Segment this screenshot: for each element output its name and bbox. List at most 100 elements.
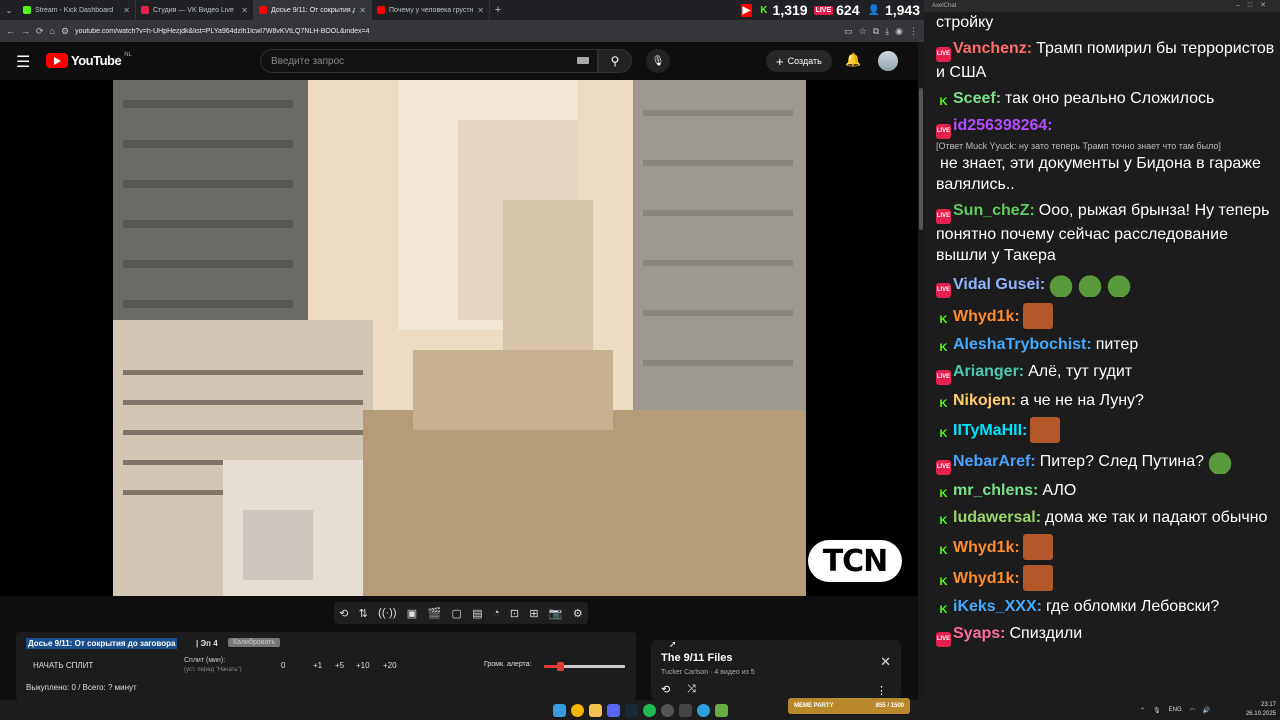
audio-icon[interactable]: ((·)) [378,607,396,619]
url-field[interactable]: youtube.com/watch?v=h-UHpHezjdk&list=PLY… [75,28,838,35]
discord-icon[interactable] [606,703,620,717]
telegram-icon[interactable] [696,703,710,717]
mouse-cursor-icon: ➚ [669,639,677,649]
voice-search-button[interactable]: 🎙 [646,49,670,73]
close-icon[interactable]: ✕ [123,6,130,15]
chat-username[interactable]: Sceef: [953,90,1001,107]
chat-username[interactable]: Whyd1k: [953,570,1020,587]
cast-icon[interactable]: ▭ [844,26,853,37]
tcn-watermark: TCN [808,540,902,582]
clapper-icon[interactable]: 🎬 [428,607,442,620]
app-icon[interactable] [678,703,692,717]
picture-in-picture-icon[interactable]: ▢ [452,607,462,620]
close-icon[interactable]: ✕ [477,6,484,15]
chat-username[interactable]: Whyd1k: [953,308,1020,325]
new-tab-button[interactable]: + [490,4,506,16]
chat-username[interactable]: iKeks_XXX: [953,598,1042,615]
chat-username[interactable]: Whyd1k: [953,539,1020,556]
page-scrollbar-thumb[interactable] [919,88,923,230]
tab-youtube-sad[interactable]: Почему у человека грустно и... ✕ [372,0,490,20]
keyboard-icon[interactable] [577,57,589,64]
spotify-icon[interactable] [642,703,656,717]
notifications-bell-icon[interactable]: 🔔 [845,52,861,68]
chat-username[interactable]: AleshaTrybochist: [953,336,1092,353]
calibrate-button[interactable]: Калибровать [228,638,280,647]
forward-icon[interactable]: → [21,26,30,36]
back-icon[interactable]: ← [6,26,15,36]
system-clock[interactable]: 23:17 26.10.2025 [1236,700,1276,720]
crop-icon[interactable]: ⊡ [510,607,519,620]
meme-party-widget[interactable]: MEME PARTY 855 / 1500 [788,698,910,714]
chat-username[interactable]: Sun_cheZ: [953,202,1035,219]
wifi-icon[interactable]: ◠ [1190,707,1195,714]
chrome-icon[interactable] [570,703,584,717]
youtube-icon [377,6,385,14]
sort-icon[interactable]: ⇅ [359,607,368,620]
extensions-icon[interactable]: ⧉ [873,26,879,37]
chat-username[interactable]: Nikojen: [953,392,1016,409]
video-player[interactable] [0,80,918,596]
search-input[interactable]: Введите запрос [260,49,598,73]
download-icon[interactable]: ⤓ [885,26,889,37]
chat-username[interactable]: NebarAref: [953,453,1036,470]
playlist-title[interactable]: The 9/11 Files [661,652,733,664]
chat-username[interactable]: Syaps: [953,625,1005,642]
screenshot-camera-icon[interactable]: 📷 [549,607,563,620]
tab-youtube-dossier[interactable]: Досье 9/11: От сокрытия до... ✕ [254,0,372,20]
hamburger-menu-icon[interactable]: ☰ [16,52,30,72]
create-button[interactable]: + Создать [766,50,832,72]
film-icon[interactable]: ▤ [472,607,482,620]
bookmark-icon[interactable]: ☆ [859,26,867,37]
close-icon[interactable]: ✕ [241,6,248,15]
add-5-button[interactable]: +5 [335,661,344,670]
profile-icon[interactable]: ◉ [895,26,903,37]
split-value-display: 0 [281,661,286,670]
video-frame[interactable] [113,80,806,596]
close-icon[interactable]: ✕ [359,6,366,15]
chat-username[interactable]: IITyMaHII: [953,422,1027,439]
search-button[interactable]: ⚲ [598,49,632,73]
chat-username[interactable]: Vanchenz: [953,40,1032,57]
start-split-button[interactable]: НАЧАТЬ СПЛИТ [33,661,93,670]
avatar[interactable] [878,51,898,71]
window-controls[interactable]: –□✕ [1236,1,1274,9]
mic-icon[interactable]: 🎙 [1153,707,1161,714]
chat-username[interactable]: Vidal Gusei: [953,276,1045,293]
loop-icon[interactable]: ⟲ [661,683,670,696]
chat-text: Спиздили [1009,625,1083,642]
youtube-logo[interactable]: YouTube NL [46,52,132,68]
chat-text: АЛО [1042,482,1077,499]
windows-start-icon[interactable] [552,703,566,717]
app-icon[interactable] [714,703,728,717]
tab-vk-studio[interactable]: Студия — VK Видео Live ✕ [136,0,254,20]
chat-username[interactable]: mr_chlens: [953,482,1038,499]
add-10-button[interactable]: +10 [356,661,370,670]
add-1-button[interactable]: +1 [313,661,322,670]
close-icon[interactable]: ✕ [880,654,891,670]
browser-menu-icon[interactable]: ⋮ [909,26,918,37]
steam-icon[interactable] [624,703,638,717]
site-info-icon[interactable]: ⚙ [61,26,69,37]
reload-icon[interactable]: ⟳ [36,26,44,37]
tab-kick-dashboard[interactable]: Stream - Kick Dashboard ✕ [18,0,136,20]
folder-icon[interactable] [588,703,602,717]
add-20-button[interactable]: +20 [383,661,397,670]
chevron-up-icon[interactable]: ⌃ [1140,707,1145,714]
gear-icon[interactable]: ⚙ [573,607,583,620]
chat-username[interactable]: id256398264: [953,117,1053,134]
alert-volume-thumb[interactable] [557,662,565,671]
image-add-icon[interactable]: ⊞ [529,607,538,620]
obs-icon[interactable] [660,703,674,717]
volume-icon[interactable]: 🔊 [1203,707,1210,714]
chat-username[interactable]: Arianger: [953,363,1024,380]
tab-search-button[interactable]: ⌄ [0,0,18,20]
chat-username[interactable]: ludawersal: [953,509,1041,526]
kick-count: 1,319 [772,2,808,18]
more-icon[interactable]: ⋮ [876,684,887,697]
speed-icon[interactable]: ◔ [493,607,500,619]
home-icon[interactable]: ⌂ [50,26,55,36]
loop-icon[interactable]: ⟲ [339,607,348,620]
shuffle-icon[interactable]: ⤨ [687,683,696,696]
language-indicator[interactable]: ENG [1169,707,1182,713]
video-settings-icon[interactable]: ▣ [407,607,417,620]
